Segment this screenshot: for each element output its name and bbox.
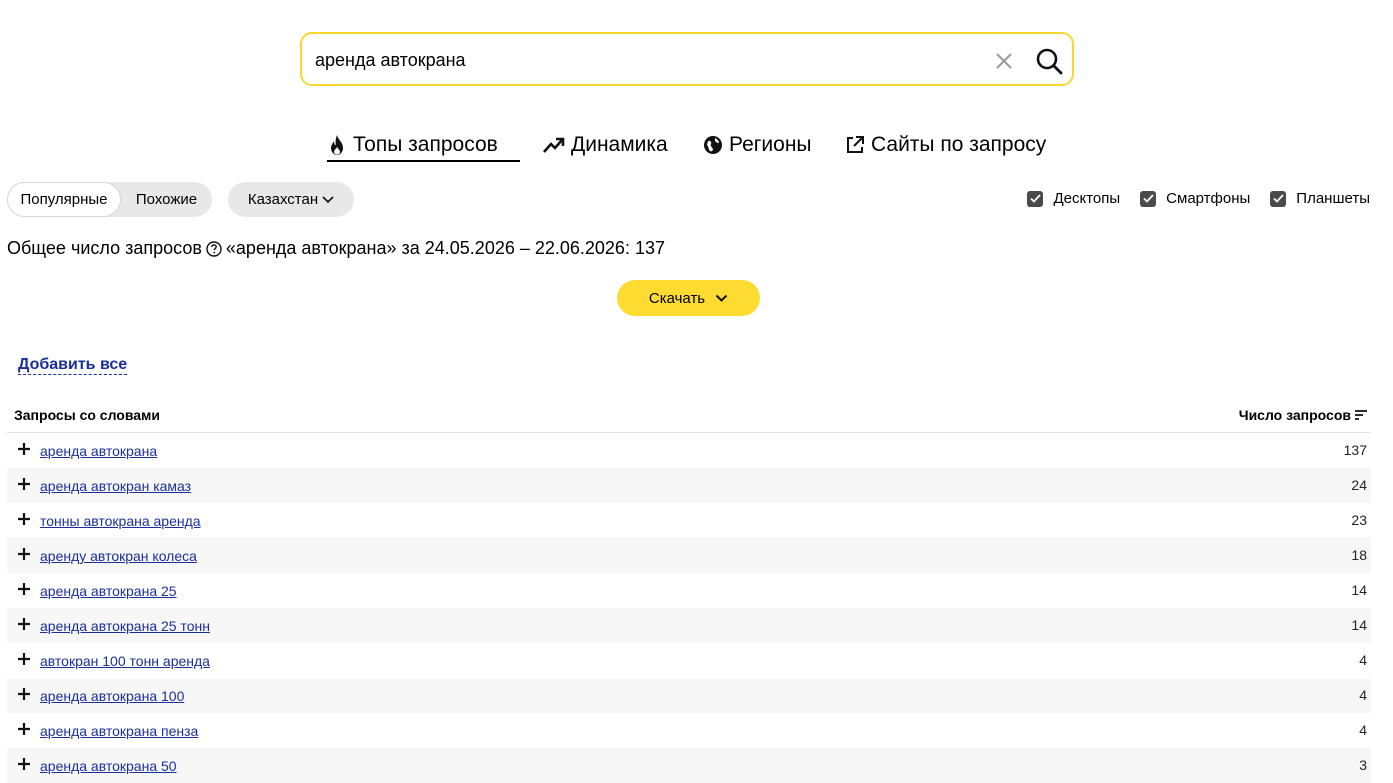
column-header-query: Запросы со словами	[14, 407, 161, 423]
region-label: Казахстан	[247, 191, 319, 208]
table-row: аренда автокрана 100 4	[7, 678, 1371, 713]
query-link[interactable]: аренда автокрана пенза	[40, 723, 198, 739]
add-icon[interactable]	[17, 617, 31, 631]
search-box[interactable]: аренда автокрана	[300, 32, 1074, 86]
query-link[interactable]: автокран 100 тонн аренда	[40, 653, 210, 669]
trend-icon	[543, 137, 565, 153]
tab-top-queries[interactable]: Топы запросов	[327, 130, 520, 162]
chevron-down-icon	[322, 195, 334, 203]
tabs: Топы запросов Динамика Регионы Сайты по …	[0, 130, 1393, 162]
tab-label: Регионы	[729, 133, 812, 156]
search-input[interactable]: аренда автокрана	[315, 50, 466, 71]
device-filters: Десктопы Смартфоны Планшеты	[1007, 190, 1370, 207]
fire-icon	[331, 135, 343, 155]
table-row: аренда автокрана 25 тонн 14	[7, 608, 1371, 643]
checkbox-label: Планшеты	[1296, 190, 1370, 207]
column-header-count-label: Число запросов	[1238, 407, 1351, 423]
query-count: 4	[1359, 652, 1367, 668]
column-header-count[interactable]: Число запросов	[1239, 407, 1367, 423]
check-icon	[1270, 190, 1287, 207]
checkbox-label: Десктопы	[1053, 190, 1121, 207]
external-link-icon	[847, 136, 864, 153]
similar-button[interactable]: Похожие	[121, 182, 212, 217]
query-link[interactable]: аренда автокран камаз	[40, 478, 191, 494]
query-count: 14	[1351, 617, 1367, 633]
query-count: 4	[1359, 687, 1367, 703]
sort-icon	[1355, 410, 1367, 420]
table-row: тонны автокрана аренда 23	[7, 503, 1371, 538]
add-icon[interactable]	[17, 512, 31, 526]
table-row: аренда автокрана 50 3	[7, 748, 1371, 783]
total-prefix: Общее число запросов	[7, 238, 202, 258]
download-label: Скачать	[648, 289, 706, 307]
query-link[interactable]: аренда автокрана 100	[40, 688, 184, 704]
tab-regions[interactable]: Регионы	[703, 130, 812, 160]
query-count: 23	[1351, 512, 1367, 528]
chevron-down-icon	[715, 294, 728, 302]
add-icon[interactable]	[17, 477, 31, 491]
globe-icon	[704, 136, 722, 154]
table-header: Запросы со словами Число запросов	[7, 398, 1371, 433]
search-icon[interactable]	[1035, 47, 1063, 75]
help-icon[interactable]	[206, 240, 222, 257]
table-row: аренда автокран камаз 24	[7, 468, 1371, 503]
table-body: аренда автокрана 137 аренда автокран кам…	[7, 433, 1371, 783]
query-count: 18	[1351, 547, 1367, 563]
total-summary: Общее число запросов «аренда автокрана» …	[7, 238, 665, 259]
popular-button[interactable]: Популярные	[7, 182, 121, 217]
query-type-switch: Популярные Похожие	[7, 182, 212, 217]
checkbox-label: Смартфоны	[1166, 190, 1251, 207]
check-icon	[1140, 190, 1157, 207]
add-icon[interactable]	[17, 652, 31, 666]
table-row: аренду автокран колеса 18	[7, 538, 1371, 573]
close-icon[interactable]	[994, 51, 1014, 71]
add-icon[interactable]	[17, 582, 31, 596]
checkbox-smartphones[interactable]: Смартфоны	[1140, 190, 1250, 207]
table-row: аренда автокрана 137	[7, 433, 1371, 468]
tab-label: Топы запросов	[353, 133, 498, 156]
tab-dynamics[interactable]: Динамика	[543, 130, 668, 160]
add-icon[interactable]	[17, 442, 31, 456]
query-count: 14	[1351, 582, 1367, 598]
add-icon[interactable]	[17, 547, 31, 561]
add-all-link[interactable]: Добавить все	[18, 356, 128, 375]
query-link[interactable]: тонны автокрана аренда	[40, 513, 201, 529]
table-row: автокран 100 тонн аренда 4	[7, 643, 1371, 678]
download-button[interactable]: Скачать	[617, 280, 760, 316]
query-link[interactable]: аренду автокран колеса	[40, 548, 197, 564]
tab-label: Динамика	[571, 133, 668, 156]
query-count: 4	[1359, 722, 1367, 738]
query-link[interactable]: аренда автокрана 50	[40, 758, 177, 774]
add-icon[interactable]	[17, 757, 31, 771]
table-row: аренда автокрана 25 14	[7, 573, 1371, 608]
table-row: аренда автокрана пенза 4	[7, 713, 1371, 748]
tab-label: Сайты по запросу	[871, 133, 1047, 156]
region-select[interactable]: Казахстан	[228, 182, 354, 217]
check-icon	[1027, 190, 1044, 207]
checkbox-desktops[interactable]: Десктопы	[1027, 190, 1120, 207]
query-link[interactable]: аренда автокрана 25	[40, 583, 177, 599]
add-icon[interactable]	[17, 722, 31, 736]
query-count: 24	[1351, 477, 1367, 493]
checkbox-tablets[interactable]: Планшеты	[1270, 190, 1370, 207]
query-count: 137	[1343, 442, 1367, 458]
tab-sites[interactable]: Сайты по запросу	[845, 130, 1046, 160]
add-icon[interactable]	[17, 687, 31, 701]
query-link[interactable]: аренда автокрана	[40, 443, 157, 459]
query-count: 3	[1359, 757, 1367, 773]
query-link[interactable]: аренда автокрана 25 тонн	[40, 618, 210, 634]
total-suffix: «аренда автокрана» за 24.05.2026 – 22.06…	[225, 238, 665, 258]
